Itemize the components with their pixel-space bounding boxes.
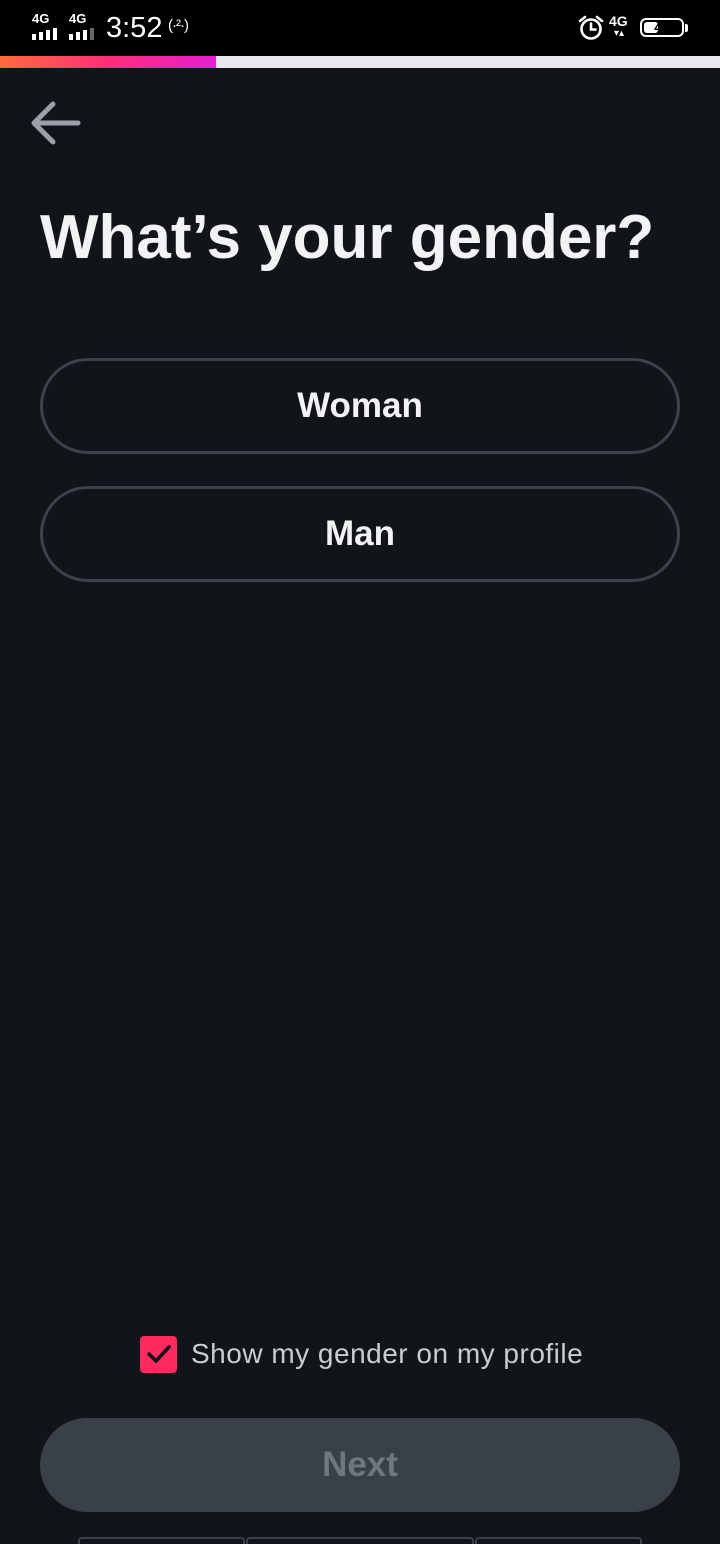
battery-level: 45 xyxy=(654,19,670,35)
alarm-clock-icon xyxy=(577,14,605,42)
man-option-button[interactable]: Man xyxy=(40,486,680,582)
hotspot-icon: (·²·) xyxy=(168,17,189,34)
signal-strength-icon: 4G xyxy=(32,12,64,40)
battery-icon: 45 xyxy=(640,18,684,37)
checkmark-icon xyxy=(146,1345,171,1363)
back-button[interactable] xyxy=(26,96,86,152)
arrow-left-icon xyxy=(31,101,81,145)
mobile-data-icon: 4G ▾▴ xyxy=(609,14,635,42)
signal-strength-icon-2: 4G xyxy=(69,12,101,40)
network-type-label-2: 4G xyxy=(69,11,87,26)
data-arrows-icon: ▾▴ xyxy=(614,28,625,39)
page-title: What’s your gender? xyxy=(40,203,655,272)
show-gender-label: Show my gender on my profile xyxy=(191,1338,584,1369)
next-button[interactable]: Next xyxy=(40,1418,680,1512)
keyboard-edge-center xyxy=(246,1537,474,1544)
show-gender-toggle[interactable]: Show my gender on my profile xyxy=(140,1334,583,1374)
mobile-data-label: 4G xyxy=(609,13,628,29)
keyboard-edge-right xyxy=(475,1537,642,1544)
network-type-label: 4G xyxy=(32,11,50,26)
clock-time: 3:52 xyxy=(106,12,163,44)
onboarding-progress-fill xyxy=(0,56,216,68)
woman-option-button[interactable]: Woman xyxy=(40,358,680,454)
show-gender-checkbox[interactable] xyxy=(140,1335,177,1373)
keyboard-edge-left xyxy=(78,1537,245,1544)
onboarding-progress-bar xyxy=(0,56,720,68)
status-bar: 4G 4G 3:52 (·²·) 4G ▾▴ 45 xyxy=(0,0,720,56)
gender-screen: 4G 4G 3:52 (·²·) 4G ▾▴ 45 What’s your ge… xyxy=(0,0,720,1544)
battery-tip xyxy=(685,24,688,32)
